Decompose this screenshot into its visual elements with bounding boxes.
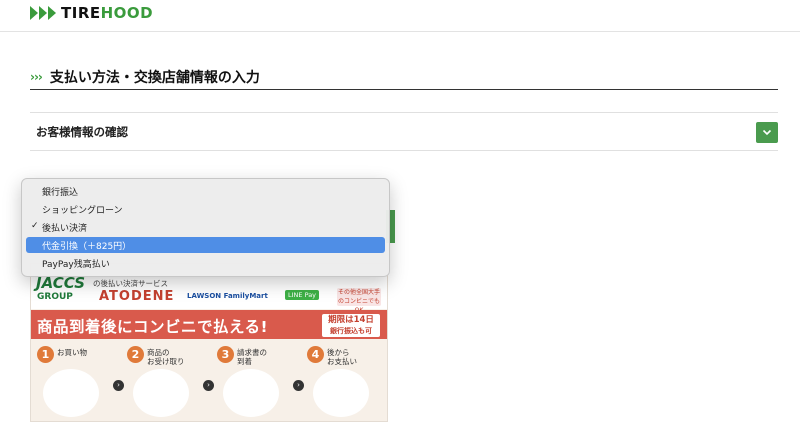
- arrow-right-icon: ›: [203, 380, 214, 391]
- chevron-down-icon: [762, 129, 772, 136]
- payment-period-box: 期限は14日 銀行振込も可: [322, 314, 380, 337]
- shopping-illustration-icon: [43, 369, 99, 417]
- step-label: 後から お支払い: [327, 348, 357, 366]
- step-invoice: 3 請求書の 到着: [215, 344, 289, 419]
- customer-info-label: お客様情報の確認: [36, 125, 128, 139]
- payment-steps: 1 お買い物 › 2 商品の お受け取り › 3 請求書の 到着 › 4 後から…: [31, 342, 387, 421]
- step-receive: 2 商品の お受け取り: [125, 344, 199, 419]
- atodene-logo: ATODENE: [99, 289, 175, 304]
- invoice-illustration-icon: [223, 369, 279, 417]
- logo-chevrons-icon: [30, 6, 57, 20]
- atodene-payment-banner: JACCS GROUP の後払い決済サービス ATODENE LAWSON Fa…: [30, 263, 388, 422]
- expand-toggle-button[interactable]: [756, 122, 778, 143]
- triple-chevron-icon: ›››: [30, 69, 43, 84]
- section-title: 支払い方法・交換店舗情報の入力: [49, 69, 260, 86]
- banner-headline: 商品到着後にコンビニで払える!: [37, 318, 269, 336]
- step-label: 商品の お受け取り: [147, 348, 185, 366]
- store-logos: LAWSON FamilyMart: [187, 292, 268, 300]
- arrow-right-icon: ›: [293, 380, 304, 391]
- line-pay-badge: LINE Pay: [285, 290, 320, 300]
- step-number: 4: [307, 346, 324, 363]
- step-label: お買い物: [57, 348, 87, 357]
- arrow-right-icon: ›: [113, 380, 124, 391]
- site-header: TIREHOOD: [0, 0, 800, 32]
- bank-transfer-text: 銀行振込も可: [330, 327, 372, 335]
- step-number: 1: [37, 346, 54, 363]
- logo-hood-text: HOOD: [100, 4, 154, 22]
- convenience-store-illustration-icon: [313, 369, 369, 417]
- option-bank-transfer[interactable]: 銀行振込: [26, 183, 385, 199]
- step-number: 3: [217, 346, 234, 363]
- other-convenience-stores-badge: その他全国大手のコンビニでもOK: [337, 288, 381, 314]
- payment-method-dropdown[interactable]: 銀行振込 ショッピングローン ✓ 後払い決済 代金引換（＋825円） PayPa…: [21, 178, 390, 277]
- customer-info-accordion[interactable]: お客様情報の確認: [30, 112, 778, 151]
- option-cash-on-delivery[interactable]: 代金引換（＋825円）: [26, 237, 385, 253]
- tirehood-logo[interactable]: TIREHOOD: [30, 4, 153, 22]
- period-text: 期限は14日: [328, 315, 374, 325]
- checkmark-icon: ✓: [31, 221, 39, 231]
- step-shopping: 1 お買い物: [35, 344, 109, 419]
- option-paypay-balance[interactable]: PayPay残高払い: [26, 255, 385, 271]
- option-shopping-loan[interactable]: ショッピングローン: [26, 201, 385, 217]
- service-label: の後払い決済サービス: [93, 279, 168, 288]
- jaccs-group-text: GROUP: [37, 292, 73, 302]
- receive-package-illustration-icon: [133, 369, 189, 417]
- step-pay-later: 4 後から お支払い: [305, 344, 379, 419]
- logo-tire-text: TIRE: [61, 4, 101, 22]
- option-deferred-payment[interactable]: ✓ 後払い決済: [26, 219, 385, 235]
- step-label: 請求書の 到着: [237, 348, 267, 366]
- step-number: 2: [127, 346, 144, 363]
- section-header: ››› 支払い方法・交換店舗情報の入力: [30, 64, 778, 90]
